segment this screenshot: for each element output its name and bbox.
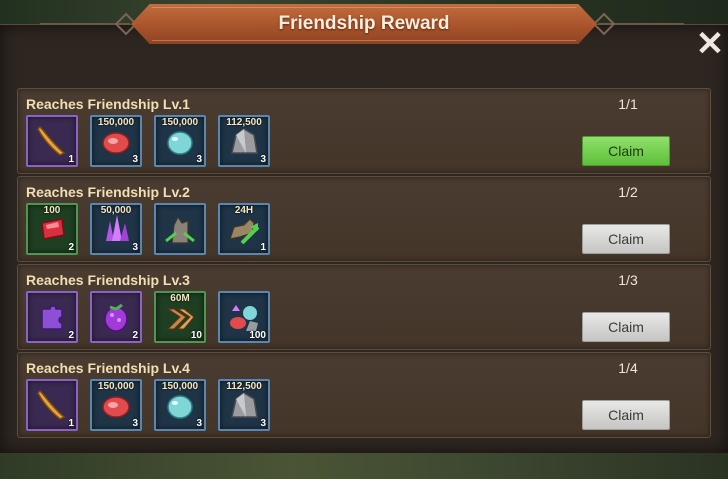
wolf-boost-icon[interactable] <box>154 203 206 255</box>
claim-button[interactable]: Claim <box>582 224 670 254</box>
title-banner: Friendship Reward <box>131 4 597 44</box>
item-quantity: 3 <box>132 418 138 429</box>
crystal-icon[interactable]: 50,000 3 <box>90 203 142 255</box>
item-amount: 100 <box>43 205 61 216</box>
row-progress: 1/2 <box>618 184 638 200</box>
row-progress: 1/3 <box>618 272 638 288</box>
item-amount: 24H <box>234 205 254 216</box>
item-quantity: 3 <box>132 242 138 253</box>
row-title: Reaches Friendship Lv.2 <box>26 184 190 200</box>
item-quantity: 10 <box>190 330 202 341</box>
item-quantity: 3 <box>196 418 202 429</box>
item-amount: 60M <box>170 293 190 304</box>
water-drop-icon[interactable]: 150,000 3 <box>154 115 206 167</box>
row-title: Reaches Friendship Lv.3 <box>26 272 190 288</box>
row-progress: 1/1 <box>618 96 638 112</box>
row-progress: 1/4 <box>618 360 638 376</box>
wolf-speed-icon[interactable]: 24H 1 <box>218 203 270 255</box>
item-amount: 50,000 <box>100 205 132 216</box>
item-quantity: 1 <box>68 418 74 429</box>
claim-button[interactable]: Claim <box>582 312 670 342</box>
close-icon[interactable]: ✕ <box>694 27 726 61</box>
item-quantity: 3 <box>132 154 138 165</box>
water-drop-icon[interactable]: 150,000 3 <box>154 379 206 431</box>
row-title: Reaches Friendship Lv.1 <box>26 96 190 112</box>
berry-icon[interactable]: 2 <box>90 291 142 343</box>
stone-icon[interactable]: 112,500 3 <box>218 379 270 431</box>
item-quantity: 1 <box>260 242 266 253</box>
puzzle-piece-icon[interactable]: 2 <box>26 291 78 343</box>
reward-row-lv4: Reaches Friendship Lv.4 1/4 1 150,000 3 … <box>17 352 711 438</box>
ruby-icon[interactable]: 100 2 <box>26 203 78 255</box>
item-quantity: 3 <box>260 418 266 429</box>
item-quantity: 2 <box>132 330 138 341</box>
item-quantity: 3 <box>260 154 266 165</box>
reward-row-lv2: Reaches Friendship Lv.2 1/2 100 2 50,000… <box>17 176 711 262</box>
item-quantity: 2 <box>68 242 74 253</box>
claim-button[interactable]: Claim <box>582 400 670 430</box>
reward-row-lv1: Reaches Friendship Lv.1 1/1 1 150,000 3 … <box>17 88 711 174</box>
horn-icon[interactable]: 1 <box>26 379 78 431</box>
stone-icon[interactable]: 112,500 3 <box>218 115 270 167</box>
meat-icon[interactable]: 150,000 3 <box>90 379 142 431</box>
item-quantity: 1 <box>68 154 74 165</box>
background-bottom <box>0 452 728 479</box>
item-amount: 150,000 <box>161 381 199 392</box>
item-amount: 150,000 <box>97 381 135 392</box>
resource-bundle-icon[interactable]: 100 <box>218 291 270 343</box>
claim-button[interactable]: Claim <box>582 136 670 166</box>
item-amount: 112,500 <box>226 117 262 128</box>
horn-icon[interactable]: 1 <box>26 115 78 167</box>
item-amount: 150,000 <box>97 117 135 128</box>
row-title: Reaches Friendship Lv.4 <box>26 360 190 376</box>
window-title: Friendship Reward <box>278 13 450 34</box>
item-quantity: 2 <box>68 330 74 341</box>
item-amount: 112,500 <box>226 381 262 392</box>
meat-icon[interactable]: 150,000 3 <box>90 115 142 167</box>
reward-row-lv3: Reaches Friendship Lv.3 1/3 2 2 60M 10 1… <box>17 264 711 350</box>
speedup-icon[interactable]: 60M 10 <box>154 291 206 343</box>
item-quantity: 3 <box>196 154 202 165</box>
item-amount: 150,000 <box>161 117 199 128</box>
item-quantity: 100 <box>249 330 266 341</box>
